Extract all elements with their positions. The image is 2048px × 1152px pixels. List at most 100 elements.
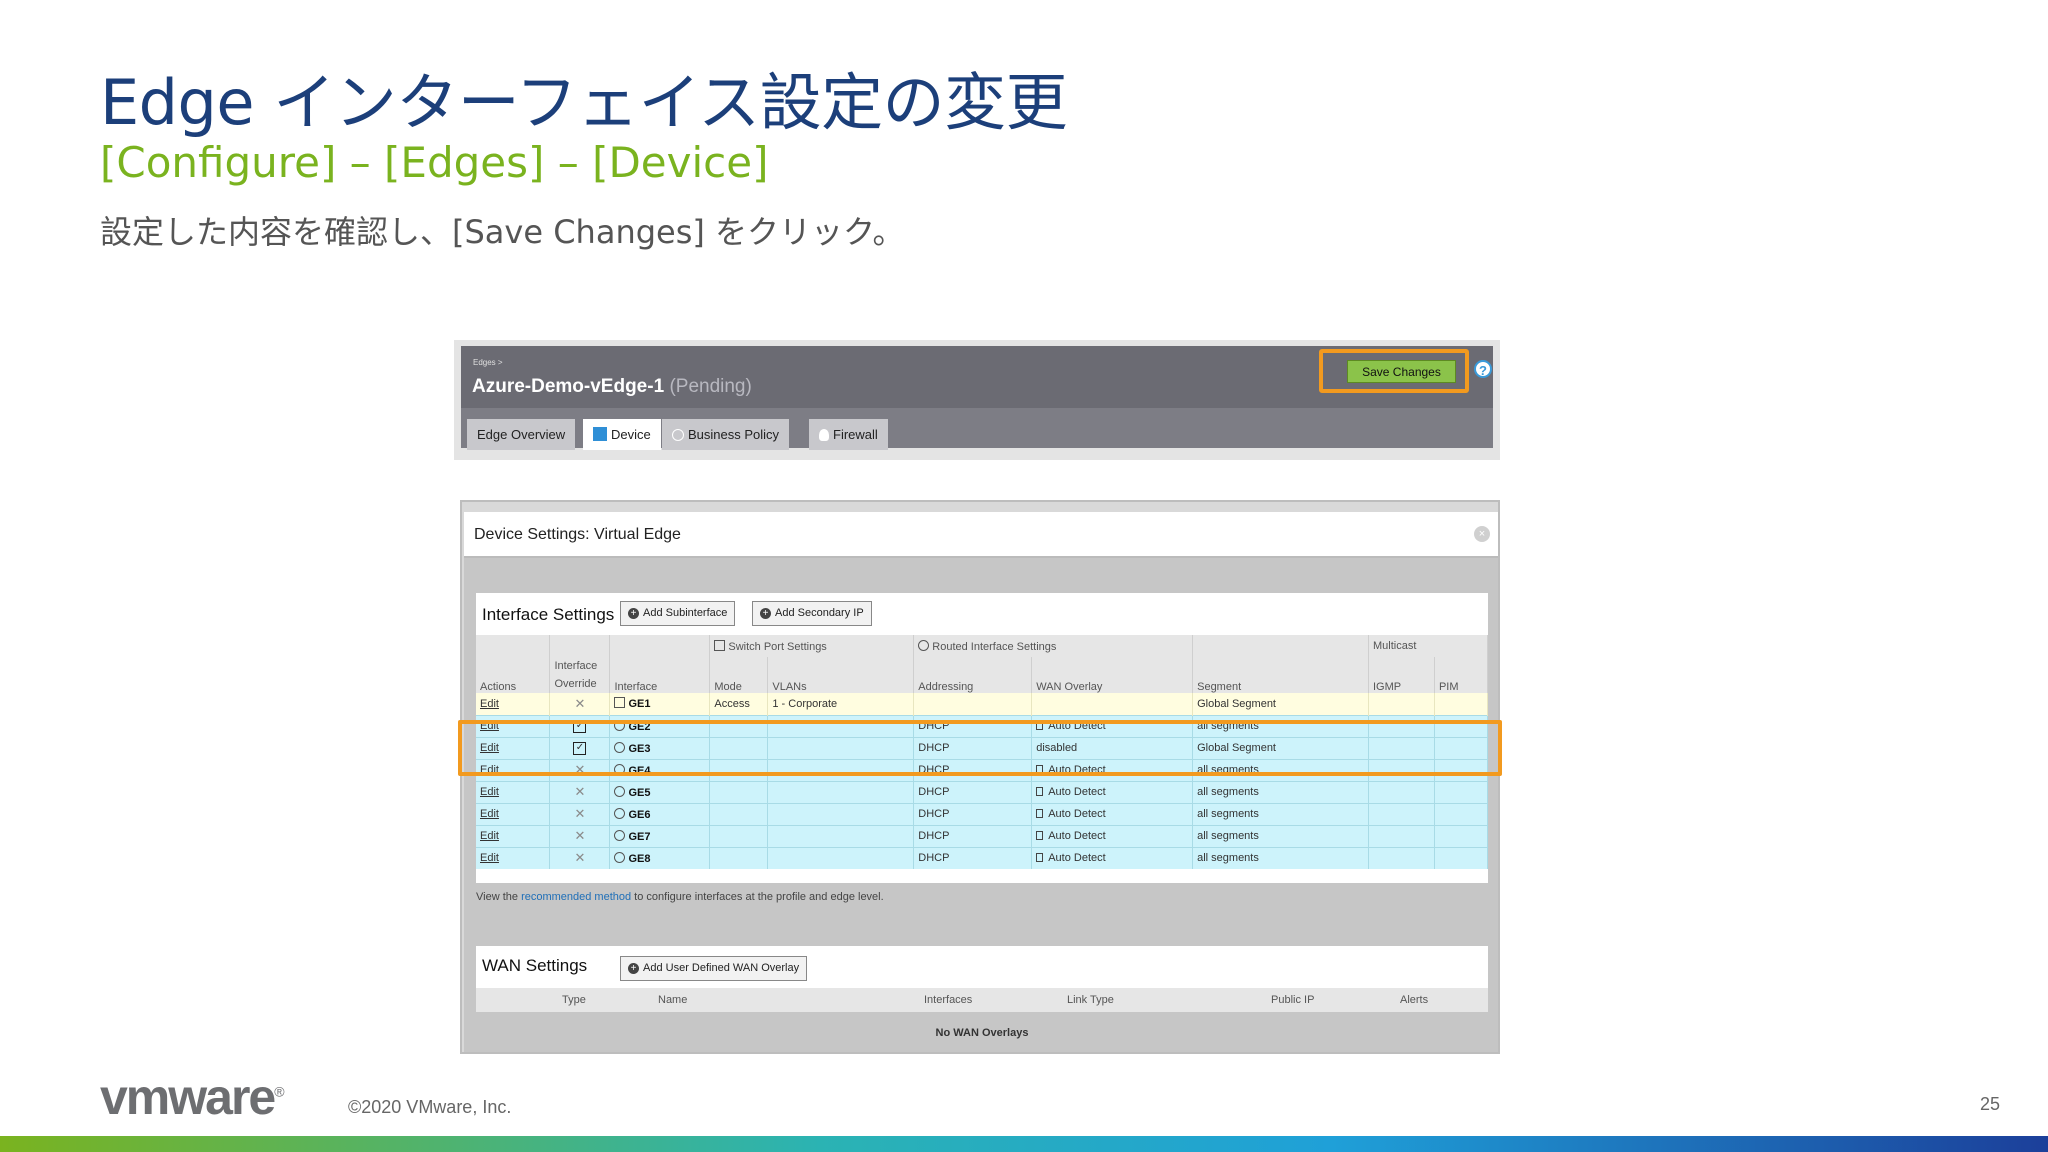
col-wan-overlay: WAN Overlay <box>1031 657 1194 693</box>
table-cell <box>767 824 915 847</box>
table-cell <box>1434 693 1489 715</box>
routed-icon <box>614 807 626 819</box>
interface-name: GE5 <box>628 786 651 799</box>
slide-title: Edge インターフェイス設定の変更 <box>100 66 1068 139</box>
edge-status: (Pending) <box>669 376 752 397</box>
button-label: Add Secondary IP <box>775 607 864 619</box>
bottom-gradient-bar <box>0 1136 2048 1152</box>
interface-settings-title: Interface Settings <box>482 605 615 624</box>
table-cell <box>1031 693 1194 715</box>
switch-port-group-header: Switch Port Settings <box>709 635 915 657</box>
col-label: Interface <box>554 660 598 672</box>
override-x-icon: ✕ <box>574 695 586 711</box>
wan-overlay-value: Auto Detect <box>1048 808 1106 820</box>
group-label: Routed Interface Settings <box>932 640 1057 653</box>
table-cell: Access <box>709 693 769 715</box>
col-segment: Segment <box>1192 657 1369 693</box>
edit-link[interactable]: Edit <box>480 698 499 710</box>
table-cell: GE8 <box>609 846 711 869</box>
routed-icon <box>918 639 930 651</box>
table-cell <box>1368 802 1435 825</box>
add-secondary-ip-button[interactable]: + Add Secondary IP <box>752 601 872 626</box>
col-interface-override: Interface Override <box>549 657 611 693</box>
tab-firewall[interactable]: Firewall <box>809 419 888 450</box>
close-icon[interactable]: × <box>1474 526 1490 542</box>
edge-title: Azure-Demo-vEdge-1 (Pending) <box>472 376 752 398</box>
interface-name: GE1 <box>628 698 651 711</box>
table-cell <box>709 802 769 825</box>
table-cell: 1 - Corporate <box>767 693 915 715</box>
routed-icon <box>614 785 626 797</box>
routed-group-header: Routed Interface Settings <box>913 635 1194 657</box>
interface-name: GE8 <box>628 852 651 865</box>
table-cell: all segments <box>1192 780 1369 803</box>
wan-overlay-icon <box>1036 787 1044 796</box>
edit-link[interactable]: Edit <box>480 808 499 820</box>
wan-overlay-icon <box>1036 809 1044 818</box>
col-mode: Mode <box>709 657 769 693</box>
plus-icon: + <box>760 608 771 619</box>
recommended-method-link[interactable]: recommended method <box>521 891 631 903</box>
edit-link[interactable]: Edit <box>480 852 499 864</box>
col-name: Name <box>658 994 688 1006</box>
tab-edge-overview[interactable]: Edge Overview <box>467 419 576 450</box>
table-cell <box>767 780 915 803</box>
badge-icon <box>672 429 684 441</box>
wan-overlay-value: Auto Detect <box>1048 786 1106 798</box>
table-cell: all segments <box>1192 802 1369 825</box>
tab-label: Firewall <box>833 427 878 442</box>
table-cell: Auto Detect <box>1031 780 1194 803</box>
rows-highlight-box <box>458 720 1502 776</box>
wan-settings-section: WAN Settings + Add User Defined WAN Overl… <box>476 946 1488 1052</box>
table-row: Edit ✕ GE8 DHCP Auto Detect all segments <box>476 846 1489 869</box>
table-cell <box>1192 635 1369 657</box>
table-cell: GE6 <box>609 802 711 825</box>
table-cell: DHCP <box>913 780 1033 803</box>
switch-port-icon <box>714 639 726 651</box>
table-cell <box>767 802 915 825</box>
table-cell: Edit <box>476 693 551 715</box>
help-icon[interactable]: ? <box>1474 360 1492 378</box>
tab-device[interactable]: Device <box>583 419 661 450</box>
override-x-icon: ✕ <box>574 784 586 799</box>
plus-icon: + <box>628 608 639 619</box>
table-cell: ✕ <box>549 802 611 825</box>
tab-label: Device <box>611 427 651 442</box>
edit-link[interactable]: Edit <box>480 786 499 798</box>
table-cell: DHCP <box>913 846 1033 869</box>
wan-overlay-value: Auto Detect <box>1048 852 1106 865</box>
col-alerts: Alerts <box>1400 994 1429 1006</box>
tab-business-policy[interactable]: Business Policy <box>662 419 790 450</box>
slide-subtitle: [Configure] – [Edges] – [Device] <box>100 138 769 187</box>
device-settings-title: Device Settings: Virtual Edge <box>474 526 681 543</box>
vmware-logo: vmware® <box>100 1069 285 1125</box>
table-cell: all segments <box>1192 824 1369 847</box>
table-cell <box>609 635 711 657</box>
plus-icon: + <box>628 963 639 974</box>
edit-link[interactable]: Edit <box>480 830 499 842</box>
device-settings-titlebar: Device Settings: Virtual Edge × <box>464 512 1498 558</box>
table-cell <box>709 824 769 847</box>
switch-port-icon <box>614 697 626 709</box>
wan-settings-title: WAN Settings <box>482 956 588 975</box>
col-link-type: Link Type <box>1067 994 1114 1006</box>
edge-name: Azure-Demo-vEdge-1 <box>472 376 665 397</box>
col-igmp: IGMP <box>1368 657 1435 693</box>
table-cell <box>1368 693 1435 715</box>
table-cell: GE1 <box>609 693 711 715</box>
save-highlight-box <box>1319 349 1469 393</box>
col-vlans: VLANs <box>767 657 915 693</box>
add-subinterface-button[interactable]: + Add Subinterface <box>620 601 736 626</box>
col-label: Override <box>554 678 597 690</box>
table-cell: Global Segment <box>1192 693 1369 715</box>
breadcrumb[interactable]: Edges > <box>473 358 503 367</box>
add-wan-overlay-button[interactable]: + Add User Defined WAN Overlay <box>620 956 808 981</box>
table-cell <box>476 635 551 657</box>
col-addressing: Addressing <box>913 657 1033 693</box>
flame-icon <box>819 429 829 441</box>
col-interface: Interface <box>609 657 711 693</box>
page-number: 25 <box>1980 1094 2001 1114</box>
table-cell: ✕ <box>549 693 611 715</box>
table-header-row: Actions Interface Override Interface Mode… <box>476 657 1489 693</box>
table-cell <box>709 846 769 869</box>
